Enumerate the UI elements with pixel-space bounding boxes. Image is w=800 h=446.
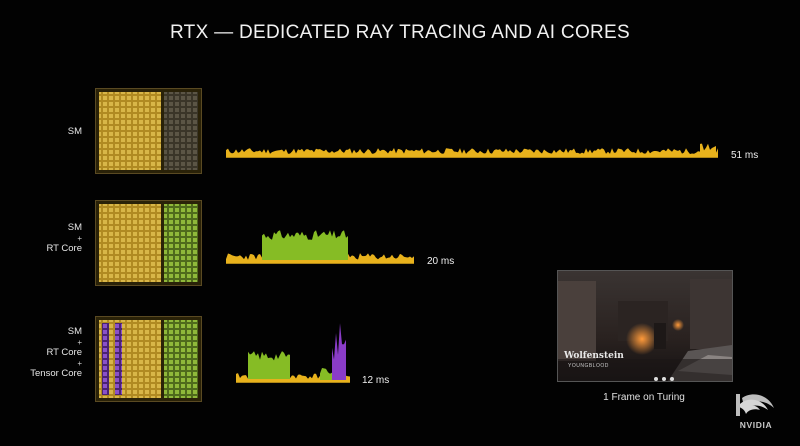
trace-sm	[226, 148, 718, 157]
hud-dots	[652, 369, 682, 381]
trace-sm-rt-tensor-purple	[332, 323, 346, 380]
nvidia-wordmark: NVIDIA	[739, 420, 773, 430]
game-logo: Wolfenstein	[564, 351, 624, 361]
frame-caption: 1 Frame on Turing	[603, 392, 685, 403]
trace-sm-rt-tensor-green	[248, 351, 290, 379]
trace-sm-rt-green	[262, 230, 348, 260]
frame-time-sm: 51 ms	[731, 150, 759, 161]
game-logo-sub: YOUNGBLOOD	[568, 363, 609, 369]
trace-sm-rt-tensor-green-2	[320, 368, 332, 380]
frame-time-sm-rt: 20 ms	[427, 256, 455, 267]
game-frame-thumbnail: Wolfenstein YOUNGBLOOD	[557, 270, 733, 382]
frame-time-sm-rt-tensor: 12 ms	[362, 375, 390, 386]
trace-sm-tail	[700, 143, 716, 157]
